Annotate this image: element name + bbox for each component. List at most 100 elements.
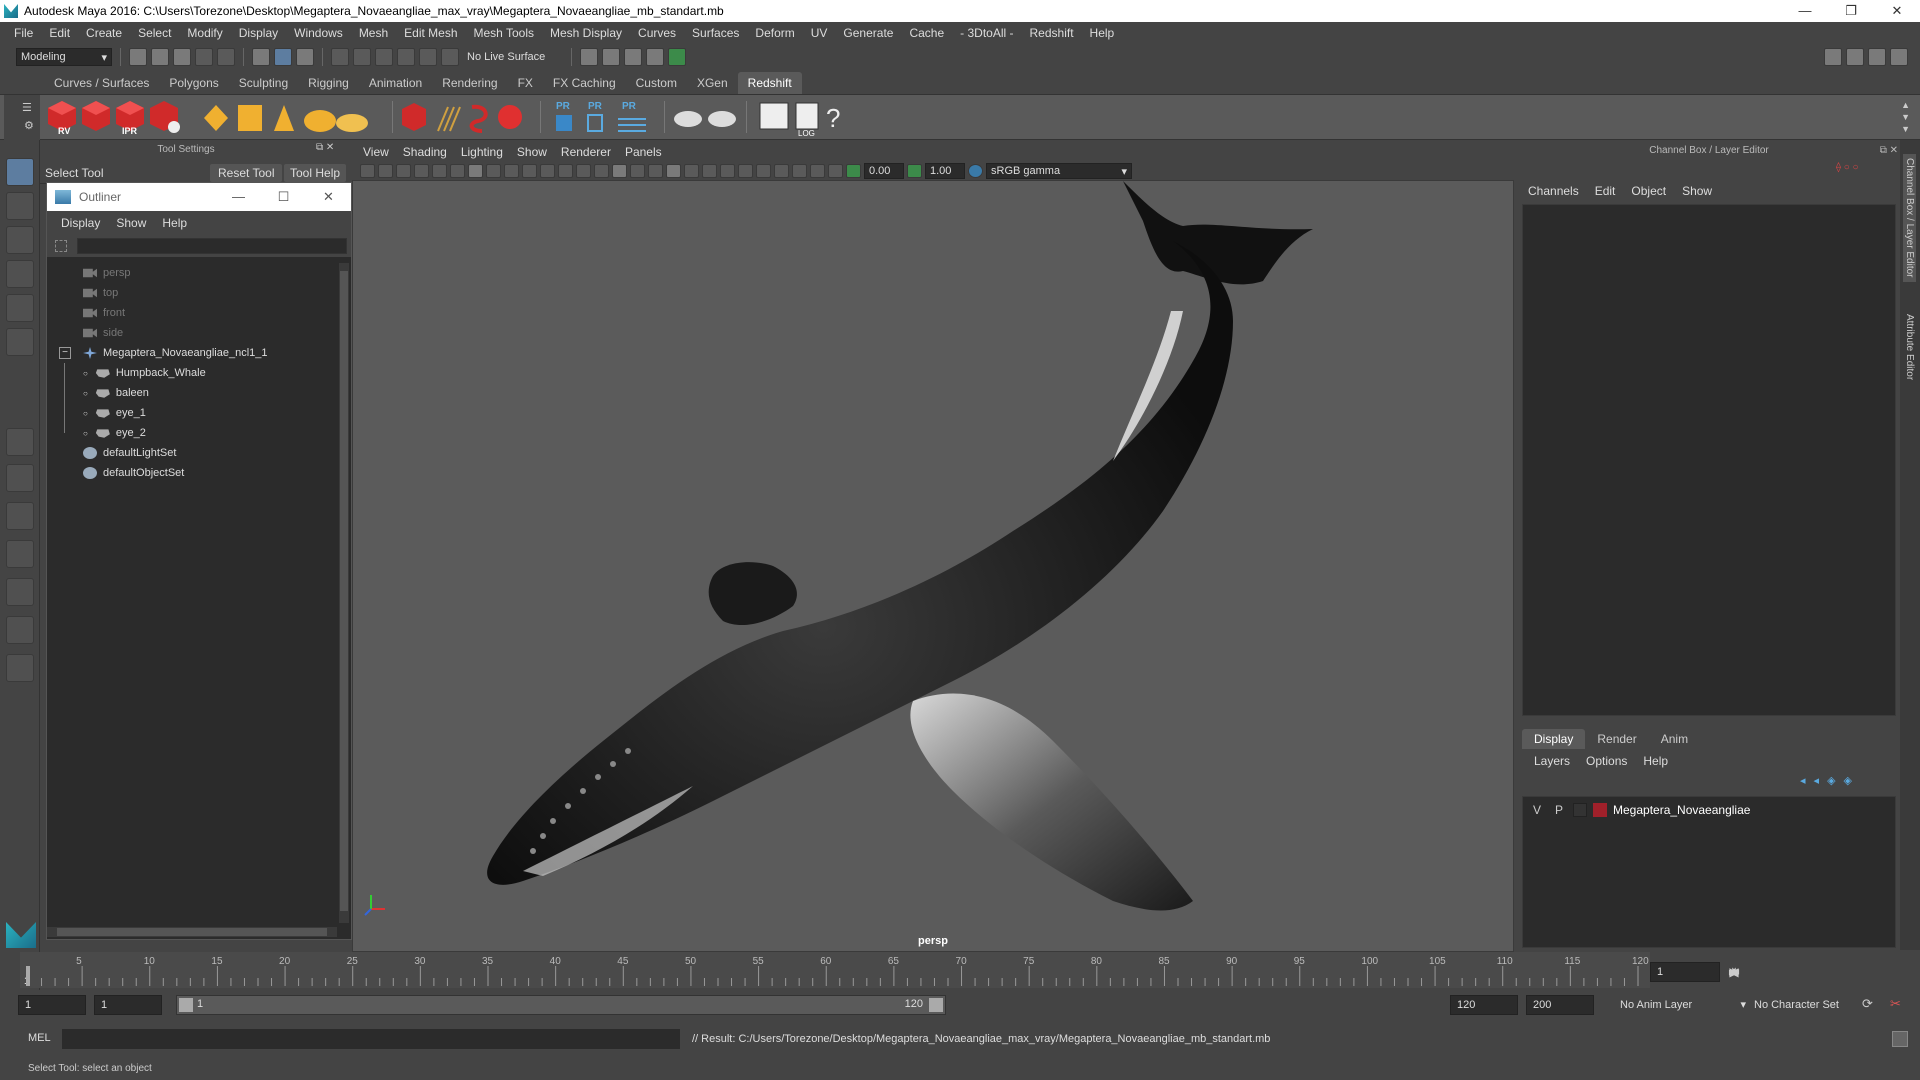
viewport-menu-lighting[interactable]: Lighting (454, 145, 510, 159)
shelf-settings-icon[interactable]: ⚙ (24, 119, 34, 132)
outliner-menu-help[interactable]: Help (154, 216, 195, 230)
menu-generate[interactable]: Generate (835, 26, 901, 40)
tool-help-button[interactable]: Tool Help (284, 164, 347, 182)
hypershade-layout-icon[interactable] (6, 616, 34, 644)
two-view-layout-icon[interactable] (6, 502, 34, 530)
new-layer-icon[interactable]: ◈ (1827, 774, 1835, 792)
shelf-tab-rendering[interactable]: Rendering (432, 72, 507, 94)
motion-blur-icon[interactable] (810, 164, 825, 178)
outliner-item-eye-1[interactable]: ○ eye_1 (83, 403, 146, 423)
use-lights-icon[interactable] (666, 164, 681, 178)
rotate-tool-icon[interactable] (6, 294, 34, 322)
shelf-tab-rigging[interactable]: Rigging (298, 72, 359, 94)
layer-playback-toggle[interactable]: P (1551, 803, 1567, 817)
panel-float-icon[interactable]: ⧉ ✕ (316, 142, 334, 153)
rs-help-icon[interactable]: ? (826, 103, 840, 133)
undo-icon[interactable] (195, 48, 213, 66)
close-button[interactable]: ✕ (1874, 0, 1920, 22)
menu-windows[interactable]: Windows (286, 26, 351, 40)
layer-menu-help[interactable]: Help (1635, 754, 1676, 768)
viewport-menu-panels[interactable]: Panels (618, 145, 669, 159)
filter-icon[interactable] (55, 240, 67, 252)
image-plane-icon[interactable] (414, 164, 429, 178)
render-frame-icon[interactable] (602, 48, 620, 66)
redshift-sphere-icon[interactable] (498, 105, 522, 129)
shelf-tab-fx-caching[interactable]: FX Caching (543, 72, 626, 94)
gate-mask-icon[interactable] (522, 164, 537, 178)
menu-help[interactable]: Help (1082, 26, 1123, 40)
open-scene-icon[interactable] (151, 48, 169, 66)
save-scene-icon[interactable] (173, 48, 191, 66)
command-input[interactable] (62, 1029, 680, 1049)
rs-visibility-icon[interactable] (708, 111, 736, 127)
panel-float-icon[interactable]: ⧉ ✕ (1880, 142, 1898, 160)
outliner-minimize-button[interactable]: — (216, 183, 261, 211)
menu-edit[interactable]: Edit (41, 26, 78, 40)
channel-box-toggle-icon[interactable] (1890, 48, 1908, 66)
xray-joints-icon[interactable] (738, 164, 753, 178)
resolution-gate-icon[interactable] (504, 164, 519, 178)
layer-tab-render[interactable]: Render (1585, 729, 1648, 749)
side-tab-attribute-editor[interactable]: Attribute Editor (1903, 310, 1916, 384)
exposure-icon[interactable] (846, 164, 861, 178)
shelf-tab-redshift[interactable]: Redshift (737, 72, 802, 94)
menu-mesh-display[interactable]: Mesh Display (542, 26, 630, 40)
select-object-icon[interactable] (274, 48, 292, 66)
layer-tab-display[interactable]: Display (1522, 729, 1586, 749)
viewport-menu-renderer[interactable]: Renderer (554, 145, 618, 159)
redshift-proxy-icon[interactable] (402, 103, 426, 131)
exposure-field[interactable]: 0.00 (864, 163, 904, 179)
shadows-icon[interactable] (684, 164, 699, 178)
reset-tool-button[interactable]: Reset Tool (210, 164, 283, 182)
collapse-icon[interactable]: − (59, 347, 71, 359)
menu-create[interactable]: Create (78, 26, 130, 40)
outliner-item-front[interactable]: front (83, 303, 125, 323)
rs-script-icon[interactable] (759, 102, 789, 130)
outliner-item-eye-2[interactable]: ○ eye_2 (83, 423, 146, 443)
maximize-button[interactable]: ❐ (1828, 0, 1874, 22)
layer-tab-anim[interactable]: Anim (1649, 729, 1700, 749)
outliner-item-whale-group[interactable]: − Megaptera_Novaeangliae_ncl1_1 (59, 343, 268, 363)
viewport-menu-show[interactable]: Show (510, 145, 554, 159)
snap-grid-icon[interactable] (331, 48, 349, 66)
gamma-icon[interactable] (907, 164, 922, 178)
channel-box-mode-icons[interactable]: ⟠ ○ ○ (1836, 162, 1896, 176)
redshift-ipr-icon[interactable]: IPR (116, 101, 144, 136)
outliner-layout-icon[interactable] (6, 540, 34, 568)
animation-preferences-icon[interactable]: ✂ (1890, 996, 1901, 1012)
area-light-icon[interactable] (204, 105, 228, 131)
wireframe-icon[interactable] (594, 164, 609, 178)
menu-file[interactable]: File (6, 26, 41, 40)
new-scene-icon[interactable] (129, 48, 147, 66)
shelf-scroll-arrows[interactable]: ▲ ▼ ▼ (1901, 99, 1910, 135)
viewport-menu-shading[interactable]: Shading (396, 145, 454, 159)
redshift-curve-icon[interactable] (469, 104, 488, 133)
redshift-render-icon[interactable] (82, 101, 110, 131)
four-view-layout-icon[interactable] (6, 464, 34, 492)
range-start-handle[interactable] (179, 998, 193, 1012)
channel-box-menu-object[interactable]: Object (1623, 184, 1674, 198)
channel-box-menu-edit[interactable]: Edit (1587, 184, 1624, 198)
layer-color-swatch[interactable] (1593, 803, 1607, 817)
outliner-search-input[interactable] (77, 238, 347, 254)
shelf-tab-curves-surfaces[interactable]: Curves / Surfaces (44, 72, 159, 94)
layer-display-type[interactable] (1573, 803, 1587, 817)
move-tool-icon[interactable] (6, 260, 34, 288)
live-surface-field[interactable]: No Live Surface (463, 48, 563, 66)
scale-tool-icon[interactable] (6, 328, 34, 356)
dome-light-icon[interactable] (304, 110, 336, 132)
sun-light-icon[interactable] (336, 114, 368, 132)
pr-batch-icon[interactable]: PR (618, 101, 646, 132)
menu-curves[interactable]: Curves (630, 26, 684, 40)
select-hierarchy-icon[interactable] (252, 48, 270, 66)
menu-mesh-tools[interactable]: Mesh Tools (466, 26, 542, 40)
pr-export-icon[interactable]: PR (587, 101, 603, 132)
outliner-item-side[interactable]: side (83, 323, 123, 343)
scene-start-field[interactable]: 1 (18, 995, 86, 1015)
current-time-marker[interactable] (26, 966, 30, 986)
outliner-menu-show[interactable]: Show (108, 216, 154, 230)
grease-pencil-icon[interactable] (450, 164, 465, 178)
menu-set-dropdown[interactable]: Modeling ▾ (16, 48, 112, 66)
outliner-horizontal-scrollbar[interactable] (47, 927, 337, 937)
rs-object-id-icon[interactable] (674, 111, 702, 127)
